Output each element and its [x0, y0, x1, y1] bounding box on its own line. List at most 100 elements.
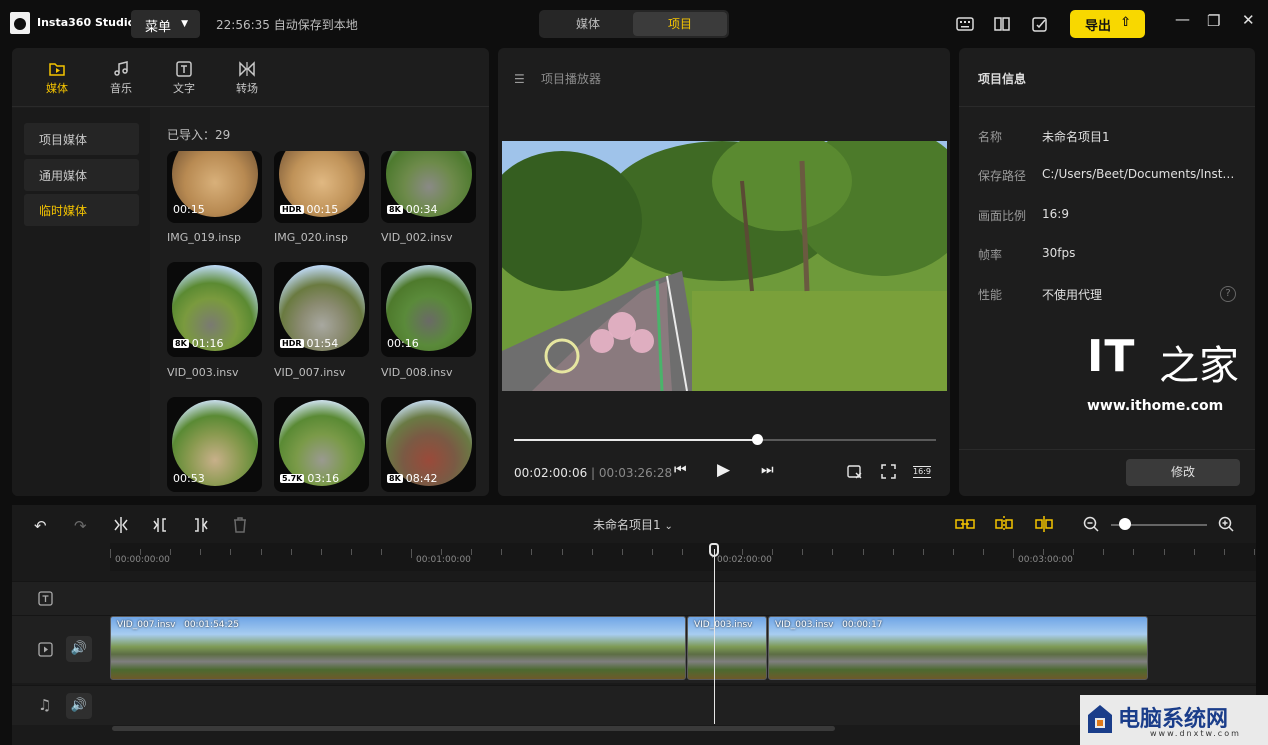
timeline-project-selector[interactable]: 未命名项目1 ⌄ [593, 516, 673, 533]
media-thumb[interactable]: 8K 01:16 [167, 262, 262, 357]
media-filename: IMG_020.insp [274, 231, 348, 244]
video-track-volume-icon[interactable]: 🔊 [66, 636, 92, 662]
ruler-tick [380, 549, 382, 555]
video-preview[interactable] [502, 141, 947, 391]
aspect-ratio-icon[interactable]: 16:9 [913, 466, 931, 478]
folder-play-icon [49, 63, 65, 76]
snapshot-cancel-icon[interactable] [847, 464, 863, 480]
media-filename: VID_007.insv [274, 366, 346, 379]
media-thumb[interactable]: 5.7K 03:16 [274, 397, 369, 492]
chevron-down-icon: ▼ [181, 19, 188, 29]
timeline-scrollbar[interactable] [112, 726, 835, 731]
sidebar-item-common-media[interactable]: 通用媒体 [24, 159, 139, 191]
timeline-clip[interactable]: VID_003.insv 00:00:17 [768, 616, 1148, 680]
book-icon[interactable] [993, 15, 1011, 33]
scrubber-handle[interactable] [751, 434, 763, 445]
sidebar-item-temp-media[interactable]: 临时媒体 [24, 194, 139, 226]
ithome-watermark-logo: IT [1087, 331, 1136, 382]
ruler-label: 00:01:00:00 [416, 555, 471, 565]
player-header: ☰ 项目播放器 [514, 70, 601, 87]
tab-text[interactable]: 文字 [164, 58, 204, 96]
zoom-out-icon[interactable] [1083, 516, 1100, 533]
link-clips-icon[interactable] [955, 516, 975, 532]
ruler-tick [441, 549, 443, 555]
audio-track-volume-icon[interactable]: 🔊 [66, 693, 92, 719]
ruler-tick [1253, 549, 1255, 555]
trim-start-icon[interactable] [152, 516, 170, 534]
feedback-edit-icon[interactable] [1031, 15, 1049, 33]
keyboard-icon[interactable] [956, 15, 974, 33]
ruler-tick [1193, 549, 1195, 555]
trim-end-icon[interactable] [191, 516, 209, 534]
ruler-label: 00:03:00:00 [1018, 555, 1073, 565]
media-thumb[interactable]: 00:53 [167, 397, 262, 492]
player-panel: ☰ 项目播放器 00:02:00:06 | 00:03:26:28 ⏮ ▶ ⏭ [498, 48, 950, 496]
skip-forward-icon[interactable]: ⏭ [761, 462, 774, 478]
undo-icon[interactable]: ↶ [34, 517, 47, 535]
library-tabs: 媒体 音乐 文字 转场 [12, 48, 489, 107]
ithome-watermark-url: www.ithome.com [1087, 398, 1224, 414]
snap-center-icon[interactable] [994, 515, 1014, 533]
maximize-icon[interactable]: ❐ [1207, 12, 1220, 30]
info-value-aspect: 16:9 [1042, 207, 1069, 221]
ruler-tick [471, 549, 473, 555]
media-thumb[interactable]: HDR 00:15 [274, 151, 369, 223]
text-track-icon [38, 591, 53, 606]
modify-button[interactable]: 修改 [1126, 459, 1240, 486]
export-button[interactable]: 导出 ⇧ [1070, 10, 1145, 38]
media-thumb[interactable]: HDR 01:54 [274, 262, 369, 357]
ruler-tick [1133, 549, 1135, 555]
ruler-tick [230, 549, 232, 555]
redo-icon[interactable]: ↷ [74, 517, 87, 535]
zoom-in-icon[interactable] [1218, 516, 1235, 533]
sidebar-item-project-media[interactable]: 项目媒体 [24, 123, 139, 155]
clip-label: VID_007.insv 00:01:54:25 [117, 620, 239, 630]
ruler-tick [1013, 549, 1014, 558]
close-icon[interactable]: ✕ [1242, 11, 1255, 29]
tab-music[interactable]: 音乐 [101, 58, 141, 96]
chevron-down-icon: ⌄ [664, 521, 673, 532]
timeline-clip[interactable]: VID_003.insv [687, 616, 767, 680]
fullscreen-icon[interactable] [881, 464, 896, 479]
menu-button[interactable]: 菜单 ▼ [131, 10, 200, 38]
media-thumb[interactable]: 8K 00:34 [381, 151, 476, 223]
zoom-slider-handle[interactable] [1119, 518, 1132, 530]
list-icon[interactable]: ☰ [514, 72, 527, 86]
ruler-tick [892, 549, 894, 555]
divider [959, 449, 1255, 450]
media-thumb[interactable]: 00:15 [167, 151, 262, 223]
delete-icon[interactable] [232, 516, 248, 534]
tab-transition[interactable]: 转场 [227, 58, 267, 96]
timeline-clip[interactable]: VID_007.insv 00:01:54:25 [110, 616, 686, 680]
media-thumb[interactable]: 00:16 [381, 262, 476, 357]
help-icon[interactable]: ? [1220, 286, 1236, 302]
tab-text-label: 文字 [173, 82, 195, 95]
ruler-tick [1043, 549, 1045, 555]
audio-track: ♫ 🔊 [12, 685, 1256, 725]
time-ruler[interactable]: 00:00:00:00 00:01:00:00 00:02:00:00 00:0… [110, 543, 1256, 571]
play-icon[interactable]: ▶ [717, 460, 730, 480]
align-icon[interactable] [1034, 515, 1054, 533]
split-icon[interactable] [112, 516, 130, 534]
ruler-tick [591, 549, 593, 555]
scrubber-progress [514, 439, 758, 441]
playhead[interactable] [714, 549, 715, 724]
media-duration: 8K 08:42 [387, 472, 438, 485]
ruler-label: 00:00:00:00 [115, 555, 170, 565]
ruler-tick [290, 549, 292, 555]
toggle-media[interactable]: 媒体 [541, 12, 635, 36]
video-frame-image [502, 141, 947, 391]
media-library-panel: 媒体 音乐 文字 转场 项目媒体 通用媒体 临时媒体 已导入：29 00:15 … [12, 48, 489, 496]
media-thumb[interactable]: 8K 08:42 [381, 397, 476, 492]
minimize-icon[interactable]: — [1175, 10, 1190, 28]
media-duration: 00:16 [387, 337, 419, 350]
playback-scrubber[interactable] [514, 434, 936, 445]
clip-label: VID_003.insv [694, 620, 753, 630]
media-project-toggle: 媒体 项目 [539, 10, 729, 38]
tab-media[interactable]: 媒体 [37, 58, 77, 96]
ruler-tick [200, 549, 202, 555]
toggle-project[interactable]: 项目 [633, 12, 727, 36]
divider [959, 106, 1255, 107]
skip-back-icon[interactable]: ⏮ [674, 462, 687, 478]
music-note-icon [114, 61, 128, 76]
